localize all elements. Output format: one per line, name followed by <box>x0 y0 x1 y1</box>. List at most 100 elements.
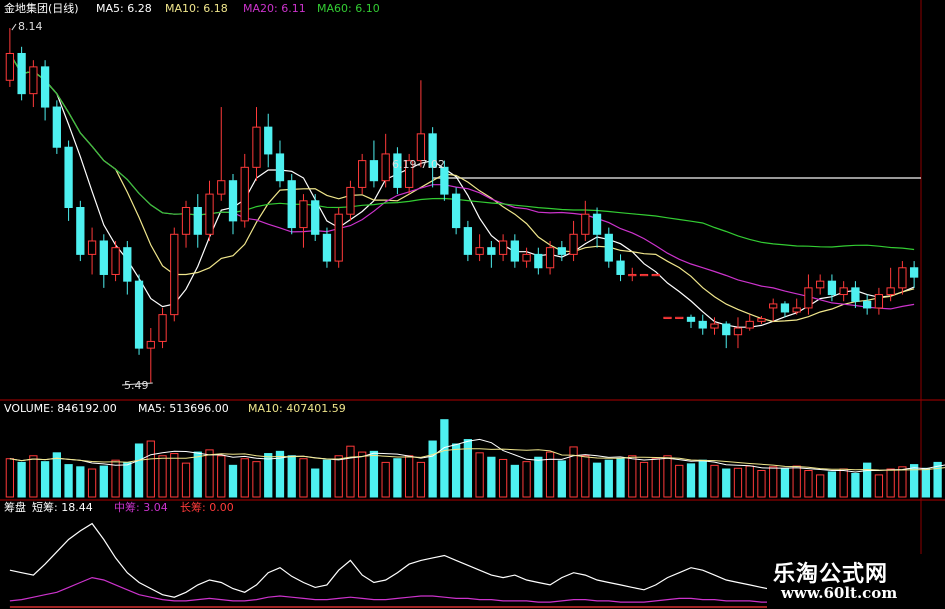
ma5-label: MA5: 6.28 <box>96 2 152 15</box>
ma20-label: MA20: 6.11 <box>243 2 306 15</box>
volume-bar <box>264 453 273 498</box>
candle <box>639 273 649 277</box>
volume-bar <box>287 455 296 498</box>
volume-bar <box>146 440 155 498</box>
candle-body <box>76 207 85 255</box>
candle <box>311 194 320 241</box>
volume-bar <box>87 468 97 498</box>
candle <box>287 174 296 235</box>
volume-bar <box>381 461 390 498</box>
candle <box>804 274 813 315</box>
candle <box>158 307 167 349</box>
candle-body <box>111 247 120 275</box>
candle-body <box>322 233 332 262</box>
candle-body <box>898 267 907 289</box>
candle <box>733 317 743 349</box>
candle <box>675 316 684 320</box>
candle <box>663 316 672 320</box>
candle <box>604 227 613 268</box>
candle <box>839 281 848 302</box>
candle <box>64 140 73 221</box>
volume-bar <box>193 451 202 498</box>
volume-bar <box>757 469 766 498</box>
candle-body <box>510 240 519 262</box>
candle <box>228 174 238 235</box>
volume-bar <box>64 464 73 498</box>
candle <box>146 328 155 383</box>
mid-chip-label: 中筹: 3.04 <box>114 500 168 514</box>
candle <box>205 180 214 241</box>
candle <box>463 220 473 262</box>
candle <box>322 227 332 268</box>
candle-body <box>381 153 390 182</box>
volume-bar <box>240 458 249 498</box>
volume-bar <box>733 467 743 498</box>
candle <box>498 234 508 262</box>
volume-bar <box>710 464 719 498</box>
candle-body <box>228 180 238 222</box>
price-panel <box>5 23 921 386</box>
candle-body <box>146 340 155 349</box>
volume-bar <box>745 465 754 498</box>
volume-bar <box>874 474 884 498</box>
low-price-label: 5.49 <box>124 379 149 392</box>
ma20-line <box>9 53 915 310</box>
ma60-label: MA60: 6.10 <box>317 2 380 15</box>
indicator-name: 筹盘 <box>4 500 26 514</box>
candle <box>358 153 367 195</box>
high-price-label: 8.14 <box>18 20 43 33</box>
volume-ma10-label: MA10: 407401.59 <box>248 402 346 415</box>
volume-bar <box>181 462 191 498</box>
candle-body <box>522 253 531 262</box>
candle-body <box>369 160 379 182</box>
volume-bar <box>639 461 649 498</box>
volume-bar <box>311 468 320 498</box>
volume-bar <box>780 468 790 498</box>
candle <box>698 314 707 335</box>
volume-bar <box>52 452 61 498</box>
candle <box>851 281 860 308</box>
volume-bar <box>217 455 226 498</box>
candle-body <box>886 287 895 296</box>
candle-body <box>451 193 461 229</box>
candle <box>275 140 285 188</box>
candle <box>193 194 202 248</box>
candle <box>475 234 484 262</box>
candle-body <box>287 180 296 229</box>
ma5-line <box>9 53 915 328</box>
stock-chart: 金地集团(日线) MA5: 6.28 MA10: 6.18 MA20: 6.11… <box>0 0 945 609</box>
volume-bar <box>346 445 355 498</box>
volume-bar <box>651 458 660 498</box>
candle-body <box>569 233 578 255</box>
volume-bar <box>463 439 473 498</box>
volume-bar <box>616 458 625 498</box>
volume-bar <box>769 466 778 498</box>
volume-bar <box>76 466 85 498</box>
candle-body <box>158 314 167 342</box>
candle <box>745 314 754 331</box>
volume-ma5-label: MA5: 513696.00 <box>138 402 229 415</box>
volume-bar <box>933 461 942 498</box>
stock-title: 金地集团(日线) <box>4 1 79 15</box>
candle <box>722 321 731 349</box>
candle <box>381 133 390 188</box>
candle-body <box>416 133 426 162</box>
candle-body <box>722 323 731 336</box>
volume-bar <box>123 461 132 498</box>
candle-body <box>240 166 249 222</box>
volume-bar <box>863 462 872 498</box>
volume-bar <box>487 456 496 498</box>
volume-bar <box>792 465 801 498</box>
volume-bar <box>158 455 167 498</box>
candle-body <box>17 52 26 95</box>
volume-label: VOLUME: 846192.00 <box>4 402 117 415</box>
candle <box>111 240 120 282</box>
candle <box>569 220 578 262</box>
candle <box>909 261 919 288</box>
candle <box>816 274 825 295</box>
candle-body <box>745 320 754 329</box>
volume-bar <box>299 458 308 498</box>
candle <box>616 254 625 282</box>
candle-body <box>804 287 813 309</box>
candle <box>769 298 778 322</box>
